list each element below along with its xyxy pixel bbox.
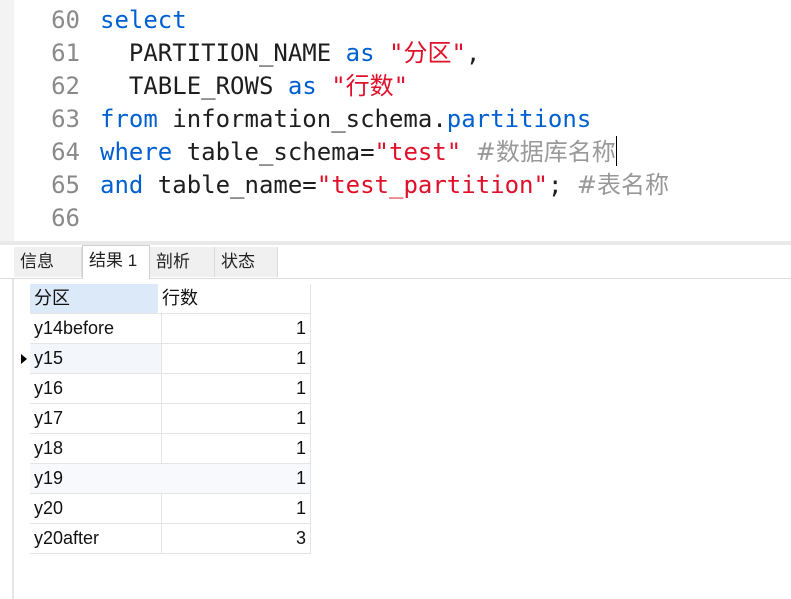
table-row[interactable]: y17 1 [14,404,311,434]
line-number: 65 [51,171,80,199]
current-row-arrow-icon [21,354,27,364]
sql-token: table_schema= [172,138,375,166]
sql-keyword: as [287,72,317,100]
row-indicator[interactable] [14,374,30,404]
results-panel: 分区 行数 y14before 1 y15 1 y16 1 y17 1 y18 1 y19 1 y20 1… [0,279,791,599]
cell-row-count[interactable]: 1 [158,464,311,494]
cell-partition[interactable]: y17 [30,404,162,434]
cell-partition[interactable]: y16 [30,374,162,404]
sql-token: , [465,39,481,67]
code-line[interactable]: 62 TABLE_ROWS as "行数" [0,70,791,103]
sql-comment: #数据库名称 [475,138,616,166]
sql-editor[interactable]: 60 select 61 PARTITION_NAME as "分区", 62 TAB… [0,0,791,241]
cell-partition[interactable]: y20after [30,524,162,554]
cell-partition[interactable]: y14before [30,314,162,344]
code-text[interactable]: PARTITION_NAME as "分区", [100,37,480,70]
text-caret [615,136,617,166]
row-indicator[interactable] [14,494,30,524]
sql-comment: #表名称 [576,171,669,199]
table-row[interactable]: y20 1 [14,494,311,524]
sql-keyword: from [100,105,158,133]
code-text[interactable]: where table_schema="test" #数据库名称 [100,136,617,169]
cell-partition[interactable]: y20 [30,494,162,524]
column-header-rows[interactable]: 行数 [158,284,311,314]
code-text[interactable]: select [100,4,187,37]
code-line[interactable]: 64 where table_schema="test" #数据库名称 [0,136,791,169]
table-row[interactable]: y19 1 [14,464,311,494]
table-row[interactable]: y14before 1 [14,314,311,344]
tab-profile[interactable]: 剖析 [150,247,215,277]
table-row[interactable]: y20after 3 [14,524,311,554]
table-row[interactable]: y15 1 [14,344,311,374]
code-line[interactable]: 65 and table_name="test_partition"; #表名称 [0,169,791,202]
cell-row-count[interactable]: 1 [158,404,311,434]
cell-row-count[interactable]: 1 [158,314,311,344]
sql-keyword: as [345,39,375,67]
code-text[interactable]: and table_name="test_partition"; #表名称 [100,169,669,202]
row-indicator[interactable] [14,404,30,434]
row-indicator[interactable] [14,464,30,494]
row-indicator[interactable] [14,344,30,374]
sql-keyword: and [100,171,144,199]
sql-token: information_schema. [157,105,447,133]
sql-string: "分区" [389,39,466,67]
code-text[interactable]: TABLE_ROWS as "行数" [100,70,408,103]
line-number: 66 [51,204,80,232]
code-line[interactable]: 60 select [0,4,791,37]
line-number: 61 [51,39,80,67]
sql-keyword: select [100,6,187,34]
code-text[interactable]: from information_schema.partitions [100,103,591,136]
cell-row-count[interactable]: 1 [158,494,311,524]
table-row[interactable]: y18 1 [14,434,311,464]
header-row: 分区 行数 [14,284,311,314]
line-number: 64 [51,138,80,166]
code-line[interactable]: 61 PARTITION_NAME as "分区", [0,37,791,70]
table-row[interactable]: y16 1 [14,374,311,404]
sql-token: table_name= [143,171,317,199]
cell-row-count[interactable]: 1 [158,434,311,464]
line-number: 60 [51,6,80,34]
cell-row-count[interactable]: 1 [158,374,311,404]
column-header-partition[interactable]: 分区 [30,284,162,314]
cell-partition[interactable]: y18 [30,434,162,464]
cell-partition[interactable]: y19 [30,464,162,494]
sql-token: TABLE_ROWS [100,72,288,100]
row-indicator[interactable] [14,314,30,344]
cell-row-count[interactable]: 3 [158,524,311,554]
line-number: 62 [51,72,80,100]
row-indicator-header [14,284,30,314]
row-indicator[interactable] [14,524,30,554]
sql-keyword: partitions [446,105,592,133]
code-line[interactable]: 63 from information_schema.partitions [0,103,791,136]
cell-row-count[interactable]: 1 [158,344,311,374]
sql-string: "行数" [331,72,409,100]
tab-info[interactable]: 信息 [14,247,82,277]
sql-string: "test" [374,138,462,166]
sql-token: PARTITION_NAME [100,39,346,67]
tab-result-1[interactable]: 结果 1 [82,245,150,279]
code-line[interactable]: 66 [0,202,791,235]
sql-string: "test_partition" [316,171,548,199]
row-indicator[interactable] [14,434,30,464]
sql-token: ; [547,171,577,199]
cell-partition[interactable]: y15 [30,344,162,374]
tab-status[interactable]: 状态 [215,247,278,277]
sql-keyword: where [100,138,173,166]
result-tab-bar: 信息 结果 1 剖析 状态 [0,245,791,279]
line-number: 63 [51,105,80,133]
